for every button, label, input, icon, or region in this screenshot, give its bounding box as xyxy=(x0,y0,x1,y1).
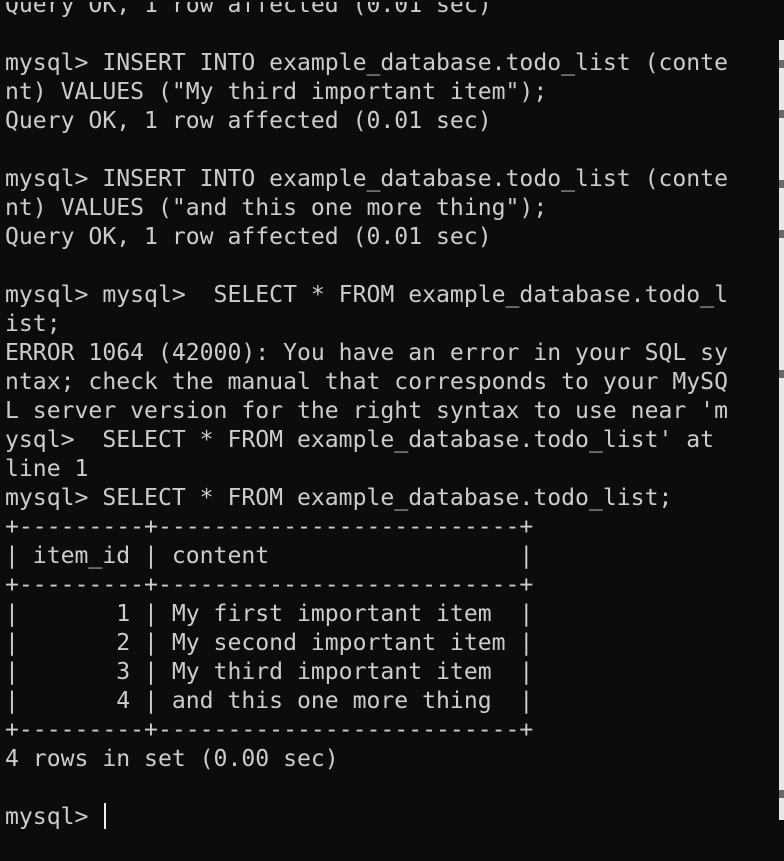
output-line: Query OK, 1 row affected (0.01 sec) xyxy=(5,108,492,134)
window-edge-mark xyxy=(779,180,784,188)
output-line: mysql> INSERT INTO example_database.todo… xyxy=(5,166,728,192)
terminal-output: Query OK, 1 row affected (0.01 sec) mysql… xyxy=(5,0,728,832)
command-line: mysql> SELECT * FROM example_database.to… xyxy=(5,485,673,511)
table-row: | 2 | My second important item | xyxy=(5,630,534,656)
window-edge-mark xyxy=(779,60,784,68)
output-line: mysql> INSERT INTO example_database.todo… xyxy=(5,50,728,76)
output-line: Query OK, 1 row affected (0.01 sec) xyxy=(5,0,492,18)
prompt-text: mysql> xyxy=(5,804,103,830)
window-edge-mark xyxy=(779,790,784,798)
table-border: +---------+--------------------------+ xyxy=(5,514,534,540)
background-window-edge xyxy=(779,40,784,820)
output-line: ist; xyxy=(5,311,61,337)
table-border: +---------+--------------------------+ xyxy=(5,572,534,598)
table-border: +---------+--------------------------+ xyxy=(5,717,534,743)
result-summary: 4 rows in set (0.00 sec) xyxy=(5,746,339,772)
window-edge-mark xyxy=(779,370,784,378)
terminal-window[interactable]: Query OK, 1 row affected (0.01 sec) mysql… xyxy=(0,0,784,861)
window-edge-mark xyxy=(779,230,784,238)
table-header-row: | item_id | content | xyxy=(5,543,534,569)
window-edge-mark xyxy=(779,110,784,118)
error-line: ERROR 1064 (42000): You have an error in… xyxy=(5,340,728,366)
error-line: ntax; check the manual that corresponds … xyxy=(5,369,728,395)
error-line: L server version for the right syntax to… xyxy=(5,398,728,424)
error-line: line 1 xyxy=(5,456,89,482)
table-row: | 3 | My third important item | xyxy=(5,659,534,685)
table-row: | 1 | My first important item | xyxy=(5,601,534,627)
error-line: ysql> SELECT * FROM example_database.tod… xyxy=(5,427,715,453)
output-line: nt) VALUES ("and this one more thing"); xyxy=(5,195,548,221)
prompt-line[interactable]: mysql> xyxy=(5,803,728,832)
output-line: Query OK, 1 row affected (0.01 sec) xyxy=(5,224,492,250)
output-line: nt) VALUES ("My third important item"); xyxy=(5,79,548,105)
table-row: | 4 | and this one more thing | xyxy=(5,688,534,714)
top-edge xyxy=(0,0,784,2)
text-cursor xyxy=(104,803,107,829)
output-line: mysql> mysql> SELECT * FROM example_data… xyxy=(5,282,728,308)
